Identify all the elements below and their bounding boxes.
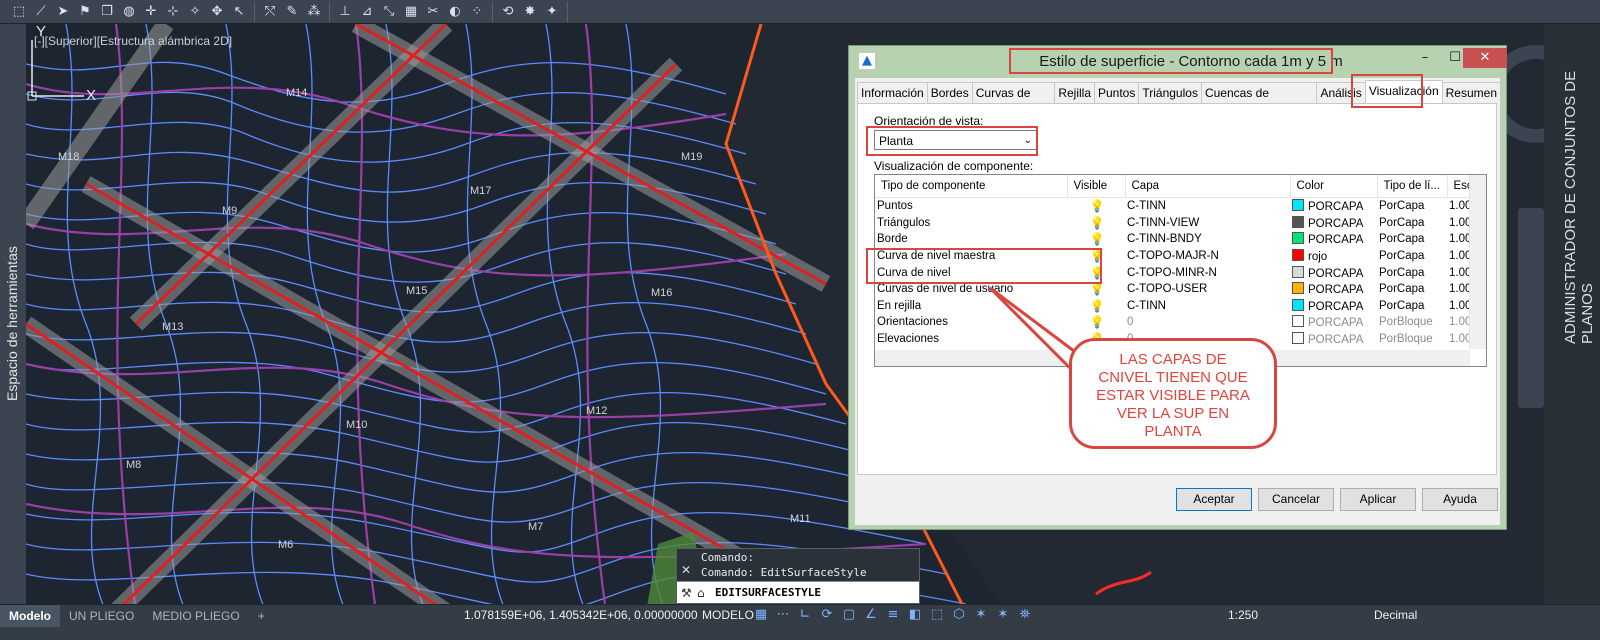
ortho-icon[interactable]: ∟ bbox=[794, 607, 816, 622]
autoscale-icon[interactable]: ✶ bbox=[992, 607, 1014, 622]
osnap-icon[interactable]: ▢ bbox=[838, 607, 860, 622]
3d-osnap-icon[interactable]: ⬡ bbox=[948, 607, 970, 622]
command-line[interactable]: ✕ Comando: Comando: EditSurfaceStyle ⚒ ⌂… bbox=[676, 548, 920, 604]
command-input-text: EDITSURFACESTYLE bbox=[715, 586, 821, 599]
tab-un-pliego[interactable]: UN PLIEGO bbox=[60, 605, 143, 627]
otrack-icon[interactable]: ∠ bbox=[860, 607, 882, 622]
wrench-icon[interactable]: ⚒ bbox=[681, 586, 692, 600]
callout-line: LAS CAPAS DE bbox=[1119, 351, 1227, 368]
callout-pointer bbox=[988, 286, 1089, 377]
selection-cycling-icon[interactable]: ⬚ bbox=[926, 607, 948, 622]
transparency-icon[interactable]: ◧ bbox=[904, 607, 926, 622]
annotation-scale-icon[interactable]: ⛯ bbox=[1014, 607, 1036, 622]
add-layout-icon[interactable]: + bbox=[249, 605, 274, 627]
snap-mode-icon[interactable]: ⋯ bbox=[772, 607, 794, 622]
command-prompt-icon[interactable]: ⌂ bbox=[697, 586, 705, 600]
command-history-line: Comando: bbox=[701, 551, 754, 564]
callout-line: PLANTA bbox=[1144, 423, 1202, 440]
annotation-visibility-icon[interactable]: ✶ bbox=[970, 607, 992, 622]
command-history-line: Comando: EditSurfaceStyle bbox=[701, 566, 867, 579]
annotation-callout: LAS CAPAS DE CNIVEL TIENEN QUE ESTAR VIS… bbox=[1069, 338, 1277, 449]
callout-line: CNIVEL TIENEN QUE bbox=[1098, 369, 1248, 386]
lineweight-icon[interactable]: ≡ bbox=[882, 607, 904, 622]
status-toggles: ▦ ⋯ ∟ ⟳ ▢ ∠ ≡ ◧ ⬚ ⬡ ✶ ✶ ⛯ bbox=[750, 607, 1036, 622]
status-bar: Modelo UN PLIEGO MEDIO PLIEGO + 1.078159… bbox=[0, 604, 1600, 640]
tab-modelo[interactable]: Modelo bbox=[0, 605, 60, 627]
cursor-coordinates[interactable]: 1.078159E+06, 1.405342E+06, 0.00000000 bbox=[464, 608, 698, 622]
close-icon[interactable]: ✕ bbox=[681, 563, 691, 577]
model-space-toggle[interactable]: MODELO bbox=[702, 608, 754, 622]
callout-line: ESTAR VISIBLE PARA bbox=[1096, 387, 1250, 404]
tab-medio-pliego[interactable]: MEDIO PLIEGO bbox=[143, 605, 248, 627]
units-selector[interactable]: Decimal bbox=[1374, 608, 1417, 622]
grid-icon[interactable]: ▦ bbox=[750, 607, 772, 622]
command-history: Comando: Comando: EditSurfaceStyle bbox=[701, 550, 867, 580]
command-input[interactable]: ⚒ ⌂ EDITSURFACESTYLE bbox=[677, 581, 919, 603]
callout-line: VER LA SUP EN bbox=[1116, 405, 1230, 422]
annotation-scale[interactable]: 1:250 bbox=[1228, 608, 1258, 622]
polar-icon[interactable]: ⟳ bbox=[816, 607, 838, 622]
layout-tabs: Modelo UN PLIEGO MEDIO PLIEGO + bbox=[0, 605, 274, 627]
